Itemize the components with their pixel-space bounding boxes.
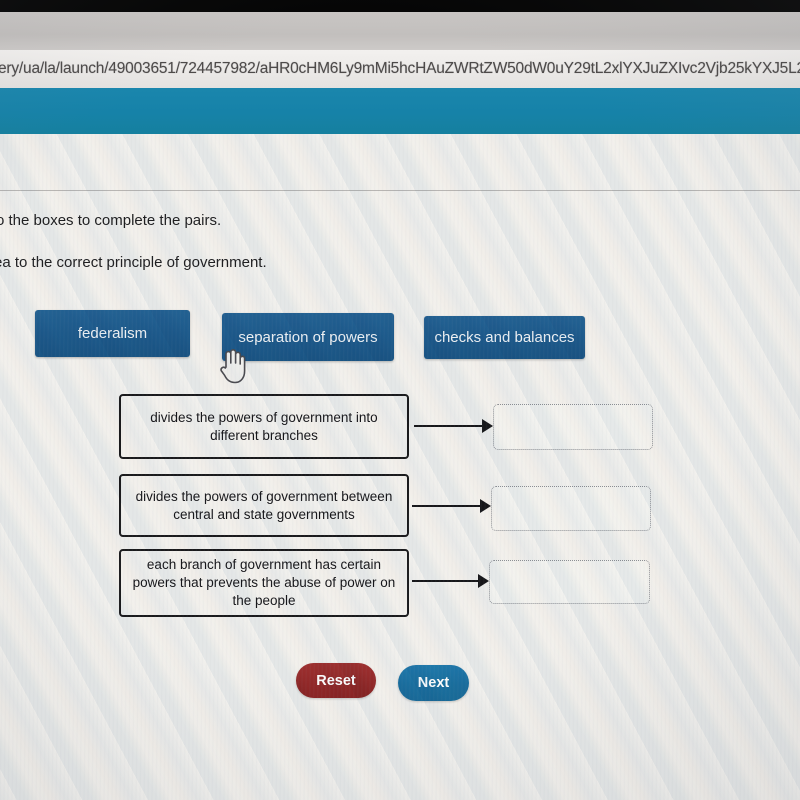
arrow-shaft [412, 505, 482, 507]
arrow-icon [412, 574, 490, 588]
screen-photo: ery/ua/la/launch/49003651/724457982/aHR0… [0, 0, 800, 800]
drag-label-text: separation of powers [238, 328, 378, 346]
browser-address-bar[interactable]: ery/ua/la/launch/49003651/724457982/aHR0… [0, 50, 800, 88]
instruction-line-1: o the boxes to complete the pairs. [0, 212, 222, 229]
next-button-label: Next [417, 675, 450, 691]
screen-moire-overlay [0, 134, 800, 800]
definition-box-2: divides the powers of government between… [119, 474, 409, 537]
definition-box-1: divides the powers of government into di… [119, 394, 409, 459]
arrow-shaft [414, 425, 484, 427]
browser-toolbar-area [0, 12, 800, 50]
dropzone-1[interactable] [493, 404, 653, 450]
drag-label-separation-of-powers[interactable]: separation of powers [222, 313, 394, 361]
reset-button-label: Reset [316, 672, 356, 689]
arrow-head [480, 499, 491, 513]
address-bar-url-text: ery/ua/la/launch/49003651/724457982/aHR0… [0, 60, 800, 77]
page-content-area: o the boxes to complete the pairs. ea to… [0, 134, 800, 800]
definition-box-3: each branch of government has certain po… [119, 549, 409, 617]
definition-text: divides the powers of government into di… [150, 409, 378, 443]
drag-label-text: federalism [77, 325, 148, 342]
reset-button[interactable]: Reset [296, 663, 376, 698]
arrow-head [482, 419, 493, 433]
definition-text: each branch of government has certain po… [132, 557, 396, 608]
drag-label-federalism[interactable]: federalism [35, 310, 190, 357]
next-button[interactable]: Next [398, 665, 469, 701]
dropzone-3[interactable] [489, 560, 650, 604]
drag-label-text: checks and balances [434, 329, 575, 346]
drag-label-checks-and-balances[interactable]: checks and balances [424, 316, 585, 359]
arrow-icon [412, 499, 492, 513]
instruction-line-2: ea to the correct principle of governmen… [0, 254, 267, 271]
arrow-shaft [412, 580, 480, 582]
screen-scanline-overlay [0, 134, 800, 800]
dropzone-2[interactable] [491, 486, 651, 531]
arrow-head [478, 574, 489, 588]
arrow-icon [414, 419, 494, 433]
definition-text: divides the powers of government between… [135, 488, 393, 522]
site-header-band [0, 88, 800, 134]
content-divider [0, 190, 800, 191]
screen-bezel-top [0, 0, 800, 12]
